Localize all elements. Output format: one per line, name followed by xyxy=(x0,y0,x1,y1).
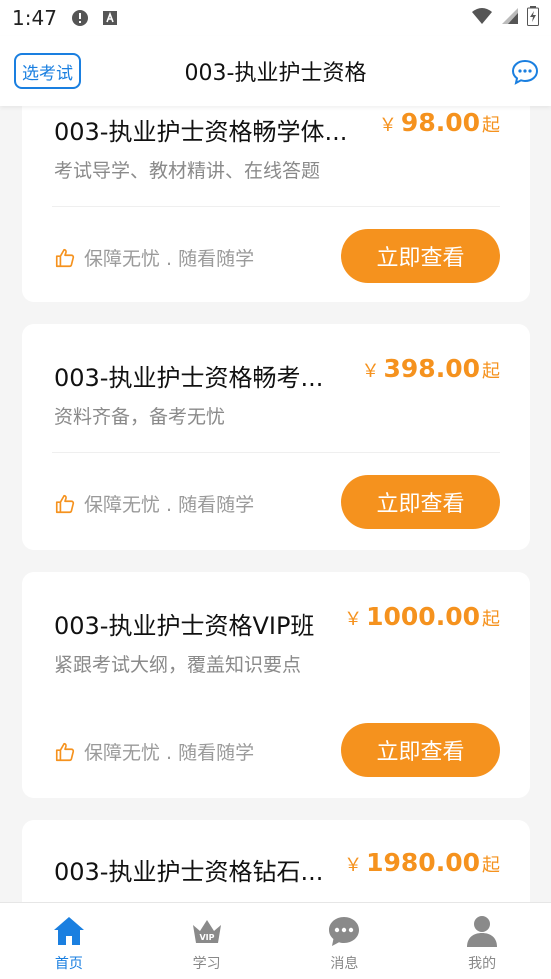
product-price: ￥ 398.00 起 xyxy=(362,354,500,383)
tab-label: 我的 xyxy=(468,956,497,972)
product-card: 003-执业护士资格畅考... ￥ 398.00 起 资料齐备，备考无忧 保障无… xyxy=(22,324,530,550)
bottom-tab-bar: 首页 VIP 学习 消息 我的 xyxy=(0,902,551,979)
product-price: ￥ 1980.00 起 xyxy=(344,848,500,877)
price-suffix: 起 xyxy=(482,115,500,136)
view-now-button[interactable]: 立即查看 xyxy=(341,229,500,283)
thumbs-up-icon xyxy=(55,742,75,761)
price-value: 1980.00 xyxy=(366,848,480,877)
tab-label: 消息 xyxy=(330,956,359,972)
product-list[interactable]: 003-执业护士资格畅学体... ￥ 98.00 起 考试导学、教材精讲、在线答… xyxy=(0,106,551,902)
currency-symbol: ￥ xyxy=(378,115,397,136)
page-title: 003-执业护士资格 xyxy=(184,61,367,86)
tab-label: 学习 xyxy=(192,956,221,972)
price-value: 98.00 xyxy=(400,108,480,137)
card-divider xyxy=(52,206,500,207)
tab-messages[interactable]: 消息 xyxy=(276,903,414,979)
vip-crown-icon: VIP xyxy=(192,920,221,943)
app-header: 选考试 003-执业护士资格 xyxy=(0,36,551,106)
product-description: 考试导学、教材精讲、在线答题 xyxy=(54,160,321,182)
guarantee-row: 保障无忧 . 随看随学 xyxy=(54,738,254,765)
price-suffix: 起 xyxy=(482,855,500,876)
guarantee-text: 保障无忧 . 随看随学 xyxy=(84,494,255,516)
view-now-button[interactable]: 立即查看 xyxy=(341,723,500,777)
guarantee-text: 保障无忧 . 随看随学 xyxy=(84,248,255,270)
view-now-button[interactable]: 立即查看 xyxy=(341,475,500,529)
price-value: 398.00 xyxy=(383,354,480,383)
tab-mine[interactable]: 我的 xyxy=(413,903,551,979)
guarantee-text: 保障无忧 . 随看随学 xyxy=(84,742,255,764)
message-icon[interactable] xyxy=(511,58,539,86)
alert-icon xyxy=(71,9,89,27)
product-price: ￥ 98.00 起 xyxy=(379,108,500,137)
status-bar: 1:47 xyxy=(0,0,551,36)
thumbs-up-icon xyxy=(55,494,75,513)
choose-exam-button[interactable]: 选考试 xyxy=(14,53,81,89)
price-suffix: 起 xyxy=(482,361,500,382)
product-description: 紧跟考试大纲，覆盖知识要点 xyxy=(54,654,302,676)
product-description: 资料齐备，备考无忧 xyxy=(54,406,226,428)
signal-icon xyxy=(501,7,519,29)
wifi-icon xyxy=(471,7,493,29)
chat-icon xyxy=(329,917,360,946)
price-value: 1000.00 xyxy=(366,602,480,631)
tab-study[interactable]: VIP 学习 xyxy=(138,903,276,979)
product-title: 003-执业护士资格VIP班 xyxy=(54,612,315,640)
user-icon xyxy=(467,916,498,947)
price-suffix: 起 xyxy=(482,609,500,630)
product-price: ￥ 1000.00 起 xyxy=(344,602,500,631)
tab-home[interactable]: 首页 xyxy=(0,903,138,979)
currency-symbol: ￥ xyxy=(344,609,363,630)
card-divider xyxy=(52,452,500,453)
font-a-icon xyxy=(101,9,119,27)
status-right-icons xyxy=(471,6,539,30)
product-card: 003-执业护士资格畅学体... ￥ 98.00 起 考试导学、教材精讲、在线答… xyxy=(22,106,530,302)
product-title: 003-执业护士资格畅学体... xyxy=(54,118,348,146)
guarantee-row: 保障无忧 . 随看随学 xyxy=(54,490,254,517)
svg-text:VIP: VIP xyxy=(199,933,214,942)
battery-icon xyxy=(527,6,539,30)
product-title: 003-执业护士资格畅考... xyxy=(54,364,324,392)
guarantee-row: 保障无忧 . 随看随学 xyxy=(54,244,254,271)
tab-label: 首页 xyxy=(54,956,83,972)
status-time: 1:47 xyxy=(12,6,57,30)
product-title: 003-执业护士资格钻石... xyxy=(54,858,324,886)
currency-symbol: ￥ xyxy=(344,855,363,876)
thumbs-up-icon xyxy=(55,248,75,267)
product-card: 003-执业护士资格钻石... ￥ 1980.00 起 xyxy=(22,820,530,902)
currency-symbol: ￥ xyxy=(361,361,380,382)
home-icon xyxy=(53,917,84,945)
product-card: 003-执业护士资格VIP班 ￥ 1000.00 起 紧跟考试大纲，覆盖知识要点… xyxy=(22,572,530,798)
